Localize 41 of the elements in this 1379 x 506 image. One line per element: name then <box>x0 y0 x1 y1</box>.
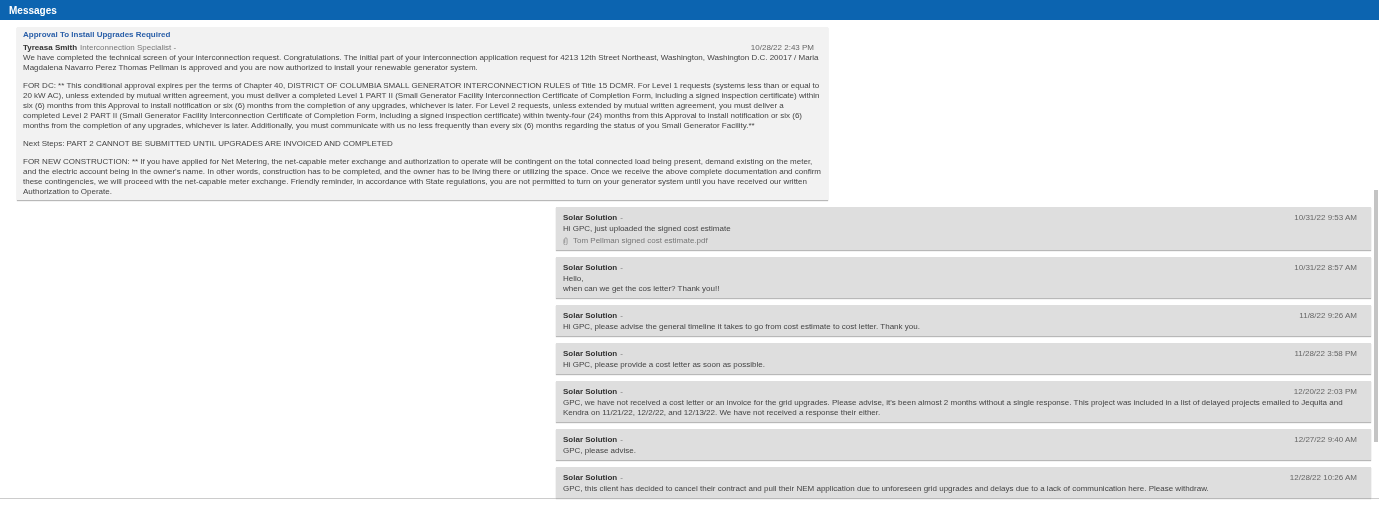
timestamp: 11/8/22 9:26 AM <box>1299 311 1358 321</box>
timestamp: 10/31/22 9:53 AM <box>1294 213 1358 223</box>
paperclip-icon <box>563 237 568 245</box>
timestamp: 12/28/22 10:26 AM <box>1289 473 1358 483</box>
sender-name: Tyreasa Smith <box>23 43 78 52</box>
timestamp: 12/20/22 2:03 PM <box>1293 387 1358 397</box>
message-text: We have completed the technical screen of your interconnection request. Congratulations. The initial part of your interconnection application request for 4213 12th Street Northeast, Washington, Washington D.C. 20017 / Maria Magdalena Navarro Perez Thomas Pellman is approved and you are now authorized to install your renewable generator system. <box>23 53 820 73</box>
attachment-link[interactable]: Tom Pellman signed cost estimate.pdf <box>573 236 708 246</box>
sender-role: - <box>620 311 623 320</box>
sender-role: - <box>620 473 623 482</box>
sender-name: Solar Solution <box>563 435 618 444</box>
subject-link[interactable]: Approval To Install Upgrades Required <box>23 30 822 40</box>
timestamp: 10/31/22 8:57 AM <box>1294 263 1358 273</box>
message-text: FOR NEW CONSTRUCTION: ** If you have applied for Net Metering, the net-capable meter exchange and authorization to operate will be contingent on the total connected load being present, demand existing on the meter, and the electric account being in the owner's name. In other words, construction has to be completed, and the owner has to be living there or utilizing the space. Once we receive the above complete documentation and confirm these contingencies, we will proceed with the net-capable meter exchange. Friendly reminder, in accordance with State regulations, you are not permitted to turn on your generator system until you have received our written Authorization to Operate. <box>23 157 822 197</box>
sender-role: - <box>620 263 623 272</box>
message-text: Next Steps: PART 2 CANNOT BE SUBMITTED UNTIL UPGRADES ARE INVOICED AND COMPLETED <box>23 139 394 149</box>
sender-role: Interconnection Specialist - <box>80 43 177 52</box>
message-text: Hi GPC, just uploaded the signed cost estimate <box>563 224 732 234</box>
message-text: FOR DC: ** This conditional approval expires per the terms of Chapter 40, DISTRICT OF COLUMBIA SMALL GENERATOR INTERCONNECTION RULES of Title 15 DCMR. For Level 1 requests (systems less than or equal to 20 kW AC), unless extended by mutual written agreement, you must deliver a completed Level 1 PART II (Small Generator Facility Interconnection Certificate of Completion Form, including a signed inspection certificate) within six (6) months from this Approval to install notification or six (6) months from the completion of any upgrades, whichever is later. For Level 2 requests, unless extended by mutual written agreement, you must deliver a completed Level 2 PART II (Small Generator Facility Interconnection Certificate of Completion Form, including a signed inspection certificate) within twenty-four (24) months from this Approval to install notification or six (6) months from the completion of any upgrades, whichever is later. Additionally, you must communicate with us no less frequently than every six (6) months regarding the status of you Small Generator Facility.** <box>23 81 821 131</box>
timestamp: 12/27/22 9:40 AM <box>1294 435 1358 445</box>
sender-name: Solar Solution <box>563 349 618 358</box>
message-text: when can we get the cos letter? Thank you!! <box>563 284 721 294</box>
timestamp: 10/28/22 2:43 PM <box>750 43 815 53</box>
sender-name: Solar Solution <box>563 213 618 222</box>
message-text: GPC, we have not received a cost letter or an invoice for the grid upgrades. Please advise, it's been almost 2 months without a single response. This project was included in a list of delayed projects emailed to Jequita and Kendra on 11/21/22, 12/2/22, and 12/13/22. We have not received a response their either. <box>563 398 1344 418</box>
message-text: GPC, this client has decided to cancel their contract and pull their NEM application due to unforeseen grid upgrades and delays due to a lack of communication here. Please withdraw. <box>563 484 1210 494</box>
sender-role: - <box>620 349 623 358</box>
message-text: Hi GPC, please advise the general timeline it takes to go from cost estimate to cost letter. Thank you. <box>563 322 921 332</box>
sender-name: Solar Solution <box>563 311 618 320</box>
sender-role: - <box>620 213 623 222</box>
message-text: GPC, please advise. <box>563 446 637 456</box>
sender-role: - <box>620 387 623 396</box>
sender-name: Solar Solution <box>563 263 618 272</box>
message-text: Hi GPC, please provide a cost letter as soon as possible. <box>563 360 766 370</box>
message-text: Hello, <box>563 274 585 284</box>
sender-role: - <box>620 435 623 444</box>
sender-name: Solar Solution <box>563 387 618 396</box>
timestamp: 11/28/22 3:58 PM <box>1294 349 1358 359</box>
sender-name: Solar Solution <box>563 473 618 482</box>
scrollbar[interactable] <box>1374 190 1378 442</box>
panel-title: Messages <box>9 4 57 16</box>
